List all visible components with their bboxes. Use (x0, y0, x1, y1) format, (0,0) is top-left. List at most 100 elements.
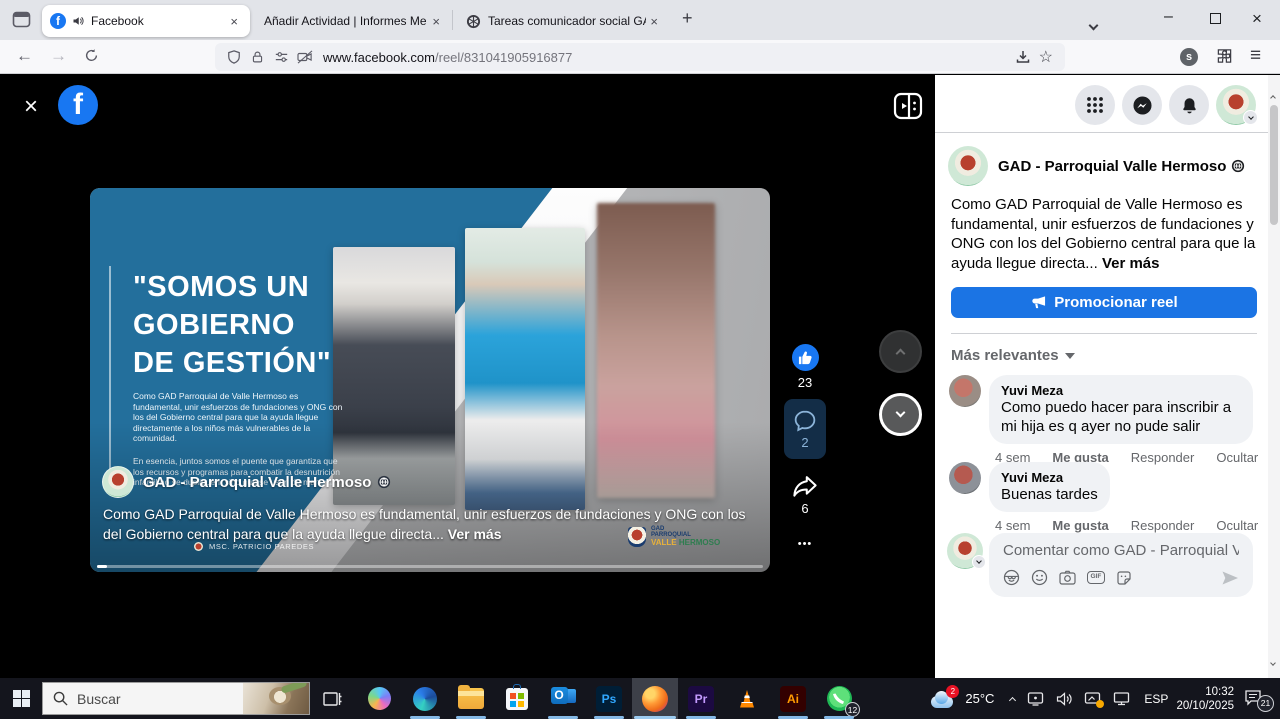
whatsapp-icon[interactable]: 12 (816, 678, 862, 719)
chatgpt-favicon (466, 14, 481, 29)
hidden-icons-chevron[interactable] (1010, 690, 1015, 708)
lock-icon[interactable] (251, 50, 264, 64)
tab-informes[interactable]: Añadir Actividad | Informes Mensua × (256, 5, 452, 37)
send-comment-icon[interactable] (1221, 570, 1239, 586)
scrollbar-thumb[interactable] (1270, 105, 1278, 225)
window-minimize-button[interactable]: – (1164, 8, 1173, 26)
reload-button[interactable] (84, 48, 99, 63)
outlook-icon[interactable]: O (540, 678, 586, 719)
comment-like-button[interactable]: Me gusta (1052, 518, 1108, 533)
comments-sort-dropdown[interactable]: Más relevantes (951, 347, 1075, 364)
tab-close-icon[interactable]: × (428, 14, 444, 29)
tab-close-icon[interactable]: × (646, 14, 662, 29)
comment-hide-button[interactable]: Ocultar (1216, 518, 1258, 533)
page-avatar[interactable] (102, 466, 134, 498)
page-scrollbar[interactable] (1268, 75, 1280, 678)
photoshop-icon[interactable]: Ps (586, 678, 632, 719)
profile-avatar-button[interactable] (1216, 85, 1256, 125)
gad-crest-icon (628, 527, 646, 547)
weather-icon[interactable]: 2 (929, 688, 957, 710)
clock[interactable]: 10:32 20/10/2025 (1176, 685, 1234, 713)
share-button[interactable] (792, 474, 818, 498)
comment-bubble[interactable]: Yuvi Meza Buenas tardes (989, 462, 1110, 512)
close-reel-icon[interactable]: × (24, 95, 38, 119)
temperature-label[interactable]: 25°C (965, 691, 994, 706)
volume-icon[interactable] (1056, 692, 1072, 706)
start-button[interactable] (0, 678, 42, 719)
camera-blocked-icon[interactable] (297, 50, 313, 64)
edge-icon[interactable] (402, 678, 448, 719)
tab-audio-icon[interactable] (72, 15, 84, 27)
sticker-icon[interactable] (1116, 570, 1132, 586)
microsoft-store-icon[interactable] (494, 678, 540, 719)
bookmark-star-icon[interactable]: ☆ (1039, 47, 1053, 67)
premiere-icon[interactable]: Pr (678, 678, 724, 719)
panel-page-name[interactable]: GAD - Parroquial Valle Hermoso (998, 158, 1226, 175)
notification-center-icon[interactable]: 21 (1244, 688, 1270, 710)
page-avatar[interactable] (948, 146, 988, 186)
back-button[interactable]: ← (16, 47, 33, 64)
comments-button[interactable]: 2 (784, 399, 826, 459)
collapse-panel-icon[interactable] (893, 92, 923, 120)
avatar-sticker-icon[interactable] (1003, 569, 1020, 586)
gif-icon[interactable]: GIF (1087, 571, 1105, 584)
new-tab-button[interactable]: + (682, 8, 693, 29)
vlc-icon[interactable] (724, 678, 770, 719)
tab-facebook[interactable]: f Facebook × (42, 5, 250, 37)
megaphone-icon (1030, 295, 1047, 310)
menu-hamburger-icon[interactable]: ≡ (1250, 45, 1261, 67)
window-restore-button[interactable] (1210, 13, 1221, 24)
comment-author[interactable]: Yuvi Meza (1001, 383, 1241, 398)
comment-author[interactable]: Yuvi Meza (1001, 470, 1098, 485)
task-view-button[interactable] (310, 678, 356, 719)
commenter-avatar[interactable] (949, 462, 981, 494)
url-path: /reel/831041905916877 (435, 50, 572, 65)
facebook-logo[interactable]: f (58, 85, 98, 125)
extension-s-icon[interactable]: s (1180, 48, 1198, 66)
permissions-icon[interactable] (274, 50, 289, 64)
firefox-view-icon[interactable] (12, 10, 31, 29)
overlay-page-name[interactable]: GAD - Parroquial Valle Hermoso (143, 474, 371, 491)
forward-button[interactable]: → (50, 47, 67, 64)
previous-reel-button[interactable] (879, 330, 922, 373)
network-icon[interactable] (1113, 691, 1130, 706)
list-tabs-chevron-icon[interactable] (1090, 16, 1097, 34)
emoji-icon[interactable] (1031, 569, 1048, 586)
illustrator-icon[interactable]: Ai (770, 678, 816, 719)
reel-video[interactable]: "SOMOS UN GOBIERNO DE GESTIÓN" Como GAD … (90, 188, 770, 572)
notifications-bell-button[interactable] (1169, 85, 1209, 125)
firefox-icon[interactable] (632, 678, 678, 719)
comment-time[interactable]: 4 sem (995, 518, 1030, 533)
like-button[interactable] (792, 344, 819, 371)
taskbar-search-box[interactable]: Buscar (42, 682, 310, 715)
comment-input[interactable]: Comentar como GAD - Parroquial Vall... G… (989, 533, 1253, 597)
language-indicator[interactable]: ESP (1144, 692, 1168, 706)
apps-menu-button[interactable] (1075, 85, 1115, 125)
promote-reel-button[interactable]: Promocionar reel (951, 287, 1257, 318)
url-bar[interactable]: www.facebook.com/reel/831041905916877 ☆ (215, 43, 1065, 71)
window-close-button[interactable]: × (1252, 9, 1262, 29)
comment-reply-button[interactable]: Responder (1131, 518, 1195, 533)
file-explorer-icon[interactable] (448, 678, 494, 719)
screen-share-icon[interactable] (1084, 691, 1101, 706)
shield-icon[interactable] (227, 50, 241, 64)
tab-tareas[interactable]: Tareas comunicador social GAD × (458, 5, 670, 37)
panel-page-row[interactable]: GAD - Parroquial Valle Hermoso (948, 146, 1245, 186)
verified-badge-icon (1231, 159, 1245, 173)
search-highlight-sloth-image[interactable] (243, 683, 309, 714)
messenger-button[interactable] (1122, 85, 1162, 125)
comment-bubble[interactable]: Yuvi Meza Como puedo hacer para inscribi… (989, 375, 1253, 444)
tab-close-icon[interactable]: × (226, 14, 242, 29)
video-progress-track[interactable] (97, 565, 763, 568)
see-more-link[interactable]: Ver más (1102, 255, 1160, 272)
next-reel-button[interactable] (879, 393, 922, 436)
commenter-avatar[interactable] (949, 375, 981, 407)
copilot-icon[interactable] (356, 678, 402, 719)
extensions-puzzle-icon[interactable] (1216, 48, 1233, 65)
camera-icon[interactable] (1059, 570, 1076, 585)
see-more-link[interactable]: Ver más (448, 526, 502, 542)
overlay-page-row[interactable]: GAD - Parroquial Valle Hermoso (102, 466, 391, 498)
wireless-display-icon[interactable] (1027, 691, 1044, 706)
more-options-button[interactable]: ••• (798, 538, 813, 550)
download-icon[interactable] (1015, 49, 1031, 65)
